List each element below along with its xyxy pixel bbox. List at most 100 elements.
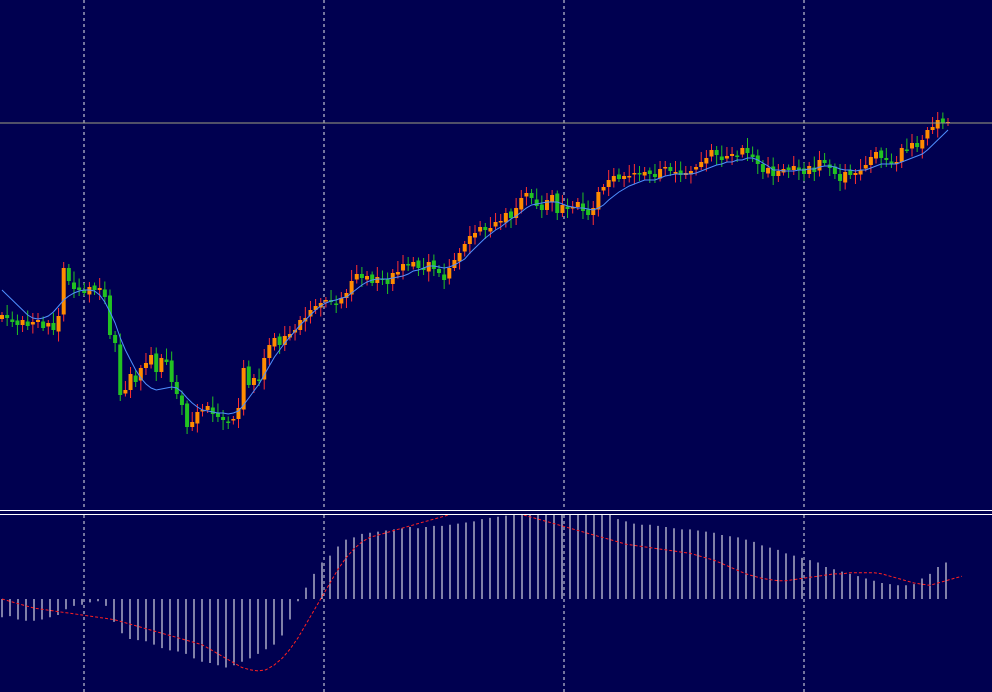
candle-bear [565,206,570,209]
candle-bull [56,316,61,332]
candle-bull [0,315,4,319]
candle-bear [714,150,719,155]
candle-bear [529,193,534,198]
candle-bull [766,168,771,174]
candle-bull [807,166,812,174]
candle-bear [334,303,339,305]
candle-bull [365,276,370,280]
candle-bull [498,221,503,223]
candle-bull [560,205,565,213]
candle-bear [133,375,138,382]
candle-bear [66,268,71,281]
trading-chart[interactable] [0,0,992,692]
candle-bear [940,118,945,123]
candle-bear [555,193,560,213]
candle-bull [457,253,462,262]
candle-bull [776,171,781,176]
candle-bull [935,120,940,129]
candle-bull [930,127,935,130]
candle-bull [375,277,380,283]
candle-bull [267,345,272,358]
candle-bear [41,321,46,328]
candle-bear [668,167,673,171]
candle-bull [740,148,745,155]
candle-bull [699,162,704,167]
candle-bull [46,323,51,327]
candle-bear [179,395,184,405]
candle-bull [622,176,627,179]
candle-bear [185,403,190,427]
candle-bear [51,323,56,330]
candle-bear [359,274,364,278]
candle-bull [395,272,400,275]
candle-bear [534,199,539,206]
candle-bear [750,154,755,157]
candle-bull [123,390,128,394]
candle-bear [586,209,591,215]
candle-bull [251,378,256,385]
candle-bull [910,143,915,149]
candle-bull [262,358,267,380]
candle-bull [149,355,154,365]
candle-bull [817,160,822,171]
candle-bull [190,422,195,427]
candle-bull [863,165,868,169]
candle-bull [899,148,904,162]
candle-bear [25,321,30,326]
candle-bull [704,158,709,164]
candle-bear [884,158,889,160]
candle-bear [118,344,123,395]
candle-bear [277,336,282,345]
candle-bull [97,288,102,290]
candle-bull [868,157,873,165]
candle-bear [226,421,231,423]
candle-bull [462,244,467,252]
candle-bull [467,236,472,244]
candle-bull [874,152,879,159]
price-chart-panel[interactable] [0,0,992,510]
candle-bull [411,262,416,267]
candle-bull [575,202,580,207]
candle-bull [632,173,637,175]
candle-bull [709,150,714,157]
candle-bull [493,222,498,227]
candle-bull [401,264,406,271]
candle-bull [35,320,40,322]
candle-bear [442,274,447,280]
candle-bear [210,407,215,414]
candle-bear [838,174,843,181]
candle-bull [606,180,611,187]
candle-bear [879,150,884,158]
candle-bear [71,282,76,289]
candle-bear [848,170,853,175]
candle-bull [611,176,616,182]
candle-bear [406,264,411,266]
candle-bull [601,187,606,191]
candle-bear [431,260,436,269]
oscillator-panel[interactable] [0,515,992,692]
candle-bear [221,417,226,420]
candle-bear [745,148,750,153]
candle-bear [10,319,15,322]
candle-bear [652,174,657,177]
candle-bear [15,320,20,325]
candle-bull [20,320,25,325]
candle-bear [370,274,375,283]
candle-bull [128,374,133,390]
candle-bull [925,130,930,139]
candle-bull [231,419,236,421]
candle-bull [30,322,35,325]
candle-bull [159,358,164,372]
candle-bull [488,228,493,232]
candle-bear [760,164,765,172]
candle-bear [92,285,97,290]
candle-bear [786,167,791,170]
candle-bull [724,156,729,159]
candle-bear [154,353,159,372]
candle-bear [102,289,107,297]
candle-bear [647,170,652,174]
candle-bull [673,172,678,174]
candle-bear [915,143,920,147]
candle-bull [642,172,647,176]
candle-bull [323,300,328,302]
